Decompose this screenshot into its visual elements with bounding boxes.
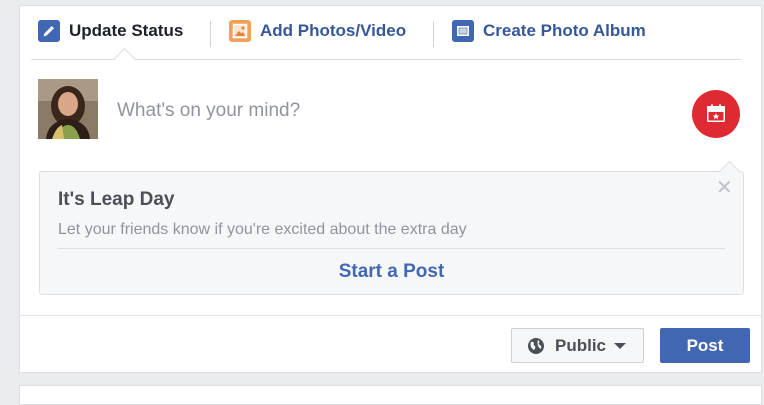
sticker-icon xyxy=(705,103,727,125)
leap-card-divider xyxy=(58,248,725,249)
tab-label: Update Status xyxy=(69,21,184,40)
post-composer: Update Status Add Photos/Video Create Ph… xyxy=(19,5,762,373)
composer-tabs: Update Status Add Photos/Video Create Ph… xyxy=(20,6,761,70)
start-a-post-link[interactable]: Start a Post xyxy=(40,261,743,283)
tab-add-photos-video[interactable]: Add Photos/Video xyxy=(229,19,406,43)
chevron-down-icon xyxy=(614,342,627,350)
privacy-selector-button[interactable]: Public xyxy=(511,328,644,363)
tab-create-photo-album[interactable]: Create Photo Album xyxy=(452,19,646,43)
footer-divider xyxy=(20,315,761,316)
pencil-icon xyxy=(38,20,60,42)
tab-label: Add Photos/Video xyxy=(260,21,407,40)
sticker-button[interactable] xyxy=(692,90,740,138)
globe-icon xyxy=(527,337,545,355)
post-button[interactable]: Post xyxy=(660,328,750,363)
photo-icon xyxy=(229,20,251,42)
next-feed-card xyxy=(19,385,762,405)
tab-divider xyxy=(210,21,211,47)
avatar xyxy=(38,79,98,139)
tab-label: Create Photo Album xyxy=(483,21,646,40)
tabs-divider-line xyxy=(31,59,741,60)
leap-card-title: It's Leap Day xyxy=(58,189,175,210)
active-tab-pointer xyxy=(113,47,136,70)
tab-divider xyxy=(433,21,434,47)
privacy-label: Public xyxy=(555,335,607,355)
leap-card-description: Let your friends know if you're excited … xyxy=(58,221,467,238)
tab-update-status[interactable]: Update Status xyxy=(38,19,183,43)
close-icon[interactable]: ✕ xyxy=(716,178,733,198)
leap-day-card: It's Leap Day ✕ Let your friends know if… xyxy=(39,160,744,295)
status-input[interactable]: What's on your mind? xyxy=(117,100,300,122)
album-icon xyxy=(452,20,474,42)
